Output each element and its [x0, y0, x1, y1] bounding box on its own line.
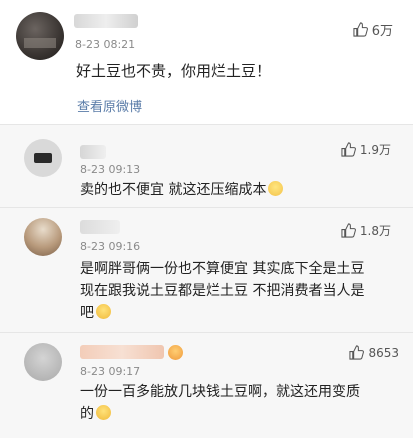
like-button[interactable]: 1.8万 — [341, 222, 391, 239]
reply-text-line: 现在跟我说土豆都是烂土豆 不把消费者当人是 — [80, 283, 365, 299]
username[interactable] — [80, 345, 164, 359]
reply-text-body: 的 — [80, 406, 94, 422]
username[interactable] — [80, 220, 120, 234]
avatar[interactable] — [24, 343, 62, 381]
like-button[interactable]: 1.9万 — [341, 141, 391, 158]
emoji-worried-face — [268, 181, 284, 196]
reply-text-line: 是啊胖哥俩一份也不算便宜 其实底下全是土豆 — [80, 261, 365, 277]
reply-time: 8-23 09:17 — [80, 365, 141, 378]
comment-time: 8-23 08:21 — [75, 38, 136, 51]
reply-text: 卖的也不便宜 就这还压缩成本 — [80, 179, 284, 201]
like-button[interactable]: 6万 — [353, 20, 393, 39]
thumbs-up-icon — [341, 223, 356, 238]
avatar[interactable] — [24, 218, 62, 256]
reply-text-line: 一份一百多能放几块钱土豆啊，就这还用变质 — [80, 384, 360, 400]
original-comment-card: 8-23 08:21 6万 好土豆也不贵，你用烂土豆！ 查看原微博 — [0, 0, 413, 124]
reply-text-body: 吧 — [80, 305, 94, 321]
emoji-crying-face — [96, 405, 111, 420]
reply-text-body: 卖的也不便宜 就这还压缩成本 — [80, 182, 267, 198]
like-count: 1.9万 — [359, 143, 391, 157]
like-count: 6万 — [371, 24, 393, 39]
like-button[interactable]: 8653 — [349, 345, 399, 360]
like-count: 1.8万 — [359, 224, 391, 238]
reply-text-line: 吧 — [80, 302, 111, 324]
username[interactable] — [74, 14, 138, 28]
like-count: 8653 — [368, 345, 399, 360]
reply-text-line: 的 — [80, 403, 111, 425]
thumbs-up-icon — [349, 345, 365, 360]
view-original-link[interactable]: 查看原微博 — [77, 96, 142, 115]
reply-item: 8-23 09:16 1.8万 是啊胖哥俩一份也不算便宜 其实底下全是土豆 现在… — [0, 208, 413, 332]
reply-item: 8-23 09:17 8653 一份一百多能放几块钱土豆啊，就这还用变质 的 — [0, 333, 413, 438]
reply-item: 8-23 09:13 1.9万 卖的也不便宜 就这还压缩成本 — [0, 125, 413, 207]
username[interactable] — [80, 145, 106, 159]
reply-time: 8-23 09:16 — [80, 240, 141, 253]
thumbs-up-icon — [353, 22, 368, 37]
avatar[interactable] — [24, 139, 62, 177]
reply-time: 8-23 09:13 — [80, 163, 141, 176]
emoji-crying-face — [96, 304, 111, 319]
emoji-angry-face — [168, 345, 183, 360]
comment-text: 好土豆也不贵，你用烂土豆！ — [76, 62, 272, 80]
avatar[interactable] — [16, 12, 64, 60]
thumbs-up-icon — [341, 142, 356, 157]
